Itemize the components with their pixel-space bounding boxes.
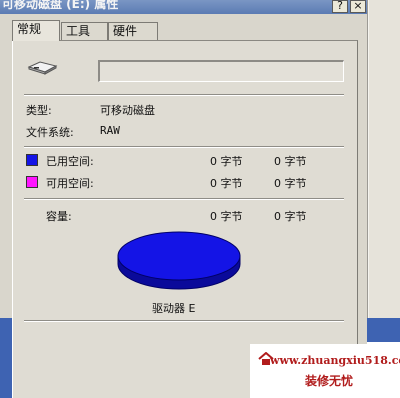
capacity-size: 0 字节 <box>274 210 307 223</box>
separator-top <box>24 94 344 96</box>
separator-middle <box>24 146 344 148</box>
capacity-bytes: 0 字节 <box>210 210 243 223</box>
type-value: 可移动磁盘 <box>100 104 155 117</box>
drive-label: 驱动器 E <box>152 302 196 315</box>
title-bar: 可移动磁盘 (E:) 属性 ? × <box>0 0 400 14</box>
used-space-bytes: 0 字节 <box>210 155 243 168</box>
usage-pie-chart <box>117 231 241 290</box>
tab-general[interactable]: 常规 <box>12 20 60 41</box>
free-space-size: 0 字节 <box>274 177 307 190</box>
tab-hardware[interactable]: 硬件 <box>108 22 158 40</box>
window-title: 可移动磁盘 (E:) 属性 <box>2 0 119 11</box>
used-space-size: 0 字节 <box>274 155 307 168</box>
separator-capacity <box>24 198 344 200</box>
properties-window: 可移动磁盘 (E:) 属性 ? × 工具 硬件 常规 类型: 可移动磁盘 文件系… <box>0 0 400 398</box>
window-frame-highlight <box>368 0 369 318</box>
used-space-label: 已用空间: <box>46 155 94 168</box>
help-button[interactable]: ? <box>332 0 348 13</box>
watermark-url: www.zhuangxiu518.com <box>270 354 400 367</box>
desktop-background-right <box>367 318 400 342</box>
watermark-backdrop <box>367 342 400 398</box>
window-frame-right <box>367 0 400 318</box>
desktop-background-left <box>0 318 12 398</box>
separator-bottom <box>24 320 344 322</box>
volume-name-input[interactable] <box>98 60 344 82</box>
filesystem-value: RAW <box>100 124 120 137</box>
free-space-label: 可用空间: <box>46 177 94 190</box>
free-space-color-swatch <box>26 176 38 188</box>
free-space-bytes: 0 字节 <box>210 177 243 190</box>
pie-chart-top <box>117 231 241 281</box>
watermark-name: 装修无忧 <box>305 374 354 388</box>
type-label: 类型: <box>26 104 52 117</box>
removable-drive-icon <box>27 61 58 75</box>
capacity-label: 容量: <box>46 210 72 223</box>
used-space-color-swatch <box>26 154 38 166</box>
tab-tools[interactable]: 工具 <box>61 22 108 40</box>
filesystem-label: 文件系统: <box>26 126 74 139</box>
close-button[interactable]: × <box>350 0 366 13</box>
